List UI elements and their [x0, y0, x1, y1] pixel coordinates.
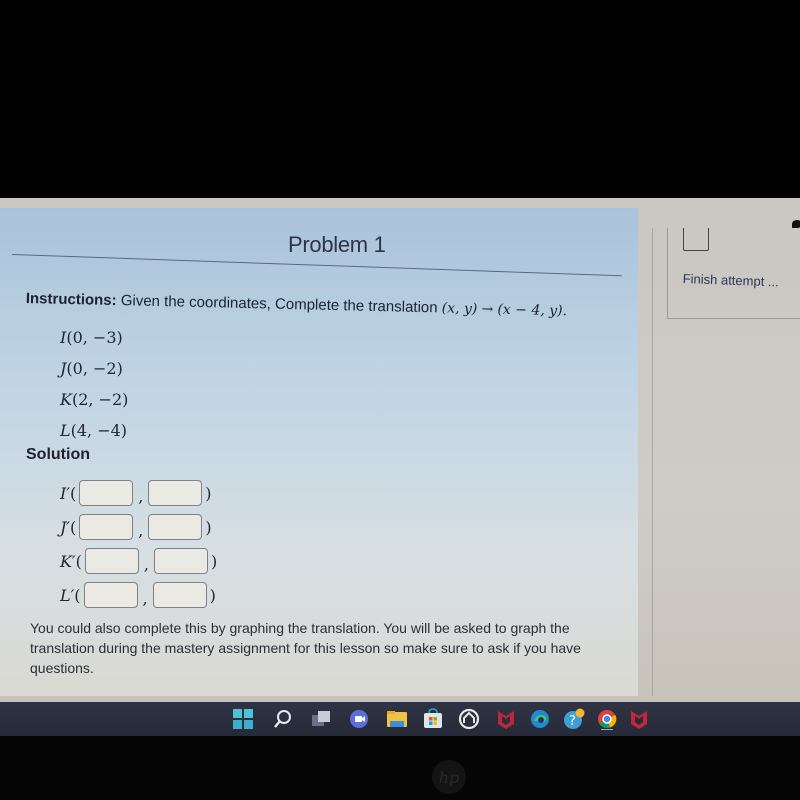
rule-arrow: → [481, 301, 494, 318]
laptop-bezel [0, 736, 800, 800]
windows-start-icon[interactable] [232, 708, 254, 730]
browser-viewport: Problem 1 Instructions: Given the coordi… [0, 198, 800, 698]
answer-grid: I′( , ) J′( , ) K′( ,) L′ (,) [60, 476, 217, 612]
chat-bubble-icon[interactable] [792, 220, 800, 228]
edge-icon[interactable] [529, 708, 551, 730]
answer-row-k: K′( , ) [60, 544, 217, 578]
photo-of-screen: Problem 1 Instructions: Given the coordi… [0, 0, 800, 800]
dell-support-icon[interactable] [458, 708, 480, 730]
question-panel: Problem 1 Instructions: Given the coordi… [0, 208, 638, 698]
search-icon[interactable] [272, 708, 294, 730]
svg-text:?: ? [569, 714, 576, 729]
j-prime-y-input[interactable] [148, 514, 203, 540]
given-point-l: L(4, −4) [60, 421, 128, 440]
instructions-label: Instructions: [25, 290, 117, 310]
i-prime-x-input[interactable] [79, 480, 134, 506]
k-prime-x-input[interactable] [84, 548, 139, 574]
given-points: I(0, −3) J(0, −2) K(2, −2) L(4, −4) [60, 322, 128, 446]
i-prime-y-input[interactable] [148, 480, 203, 506]
file-explorer-icon[interactable] [386, 708, 408, 730]
hp-logo-icon: hp [432, 760, 466, 794]
instructions: Instructions: Given the coordinates, Com… [26, 290, 626, 321]
answer-row-j: J′( , ) [60, 510, 217, 544]
solution-label: Solution [26, 446, 90, 463]
l-prime-x-input[interactable] [83, 582, 138, 608]
chrome-icon[interactable] [596, 708, 618, 730]
given-point-j: J(0, −2) [60, 359, 123, 378]
help-app-icon[interactable]: ? [563, 708, 585, 730]
sidebar-divider [652, 228, 653, 698]
instructions-text: Given the coordinates, Complete the tran… [120, 292, 438, 317]
task-view-icon[interactable] [310, 708, 332, 730]
chat-video-icon[interactable] [348, 708, 370, 730]
answer-row-i: I′( , ) [60, 476, 217, 510]
problem-title: Problem 1 [288, 232, 386, 257]
given-point-k: K(2, −2) [60, 390, 129, 409]
microsoft-store-icon[interactable] [422, 708, 444, 730]
question-nav-checkbox-icon[interactable] [683, 228, 709, 251]
rule-to: (x − 4, y). [497, 301, 568, 320]
k-prime-y-input[interactable] [153, 548, 208, 574]
graphing-note: You could also complete this by graphing… [30, 620, 581, 676]
j-prime-x-input[interactable] [79, 514, 134, 540]
mcafee-icon[interactable] [495, 708, 517, 730]
answer-row-l: L′( , ) [60, 578, 217, 612]
rule-from: (x, y) [441, 300, 478, 318]
mcafee-security-icon[interactable] [628, 708, 650, 730]
given-point-i: I(0, −3) [60, 328, 123, 347]
l-prime-y-input[interactable] [152, 582, 207, 608]
